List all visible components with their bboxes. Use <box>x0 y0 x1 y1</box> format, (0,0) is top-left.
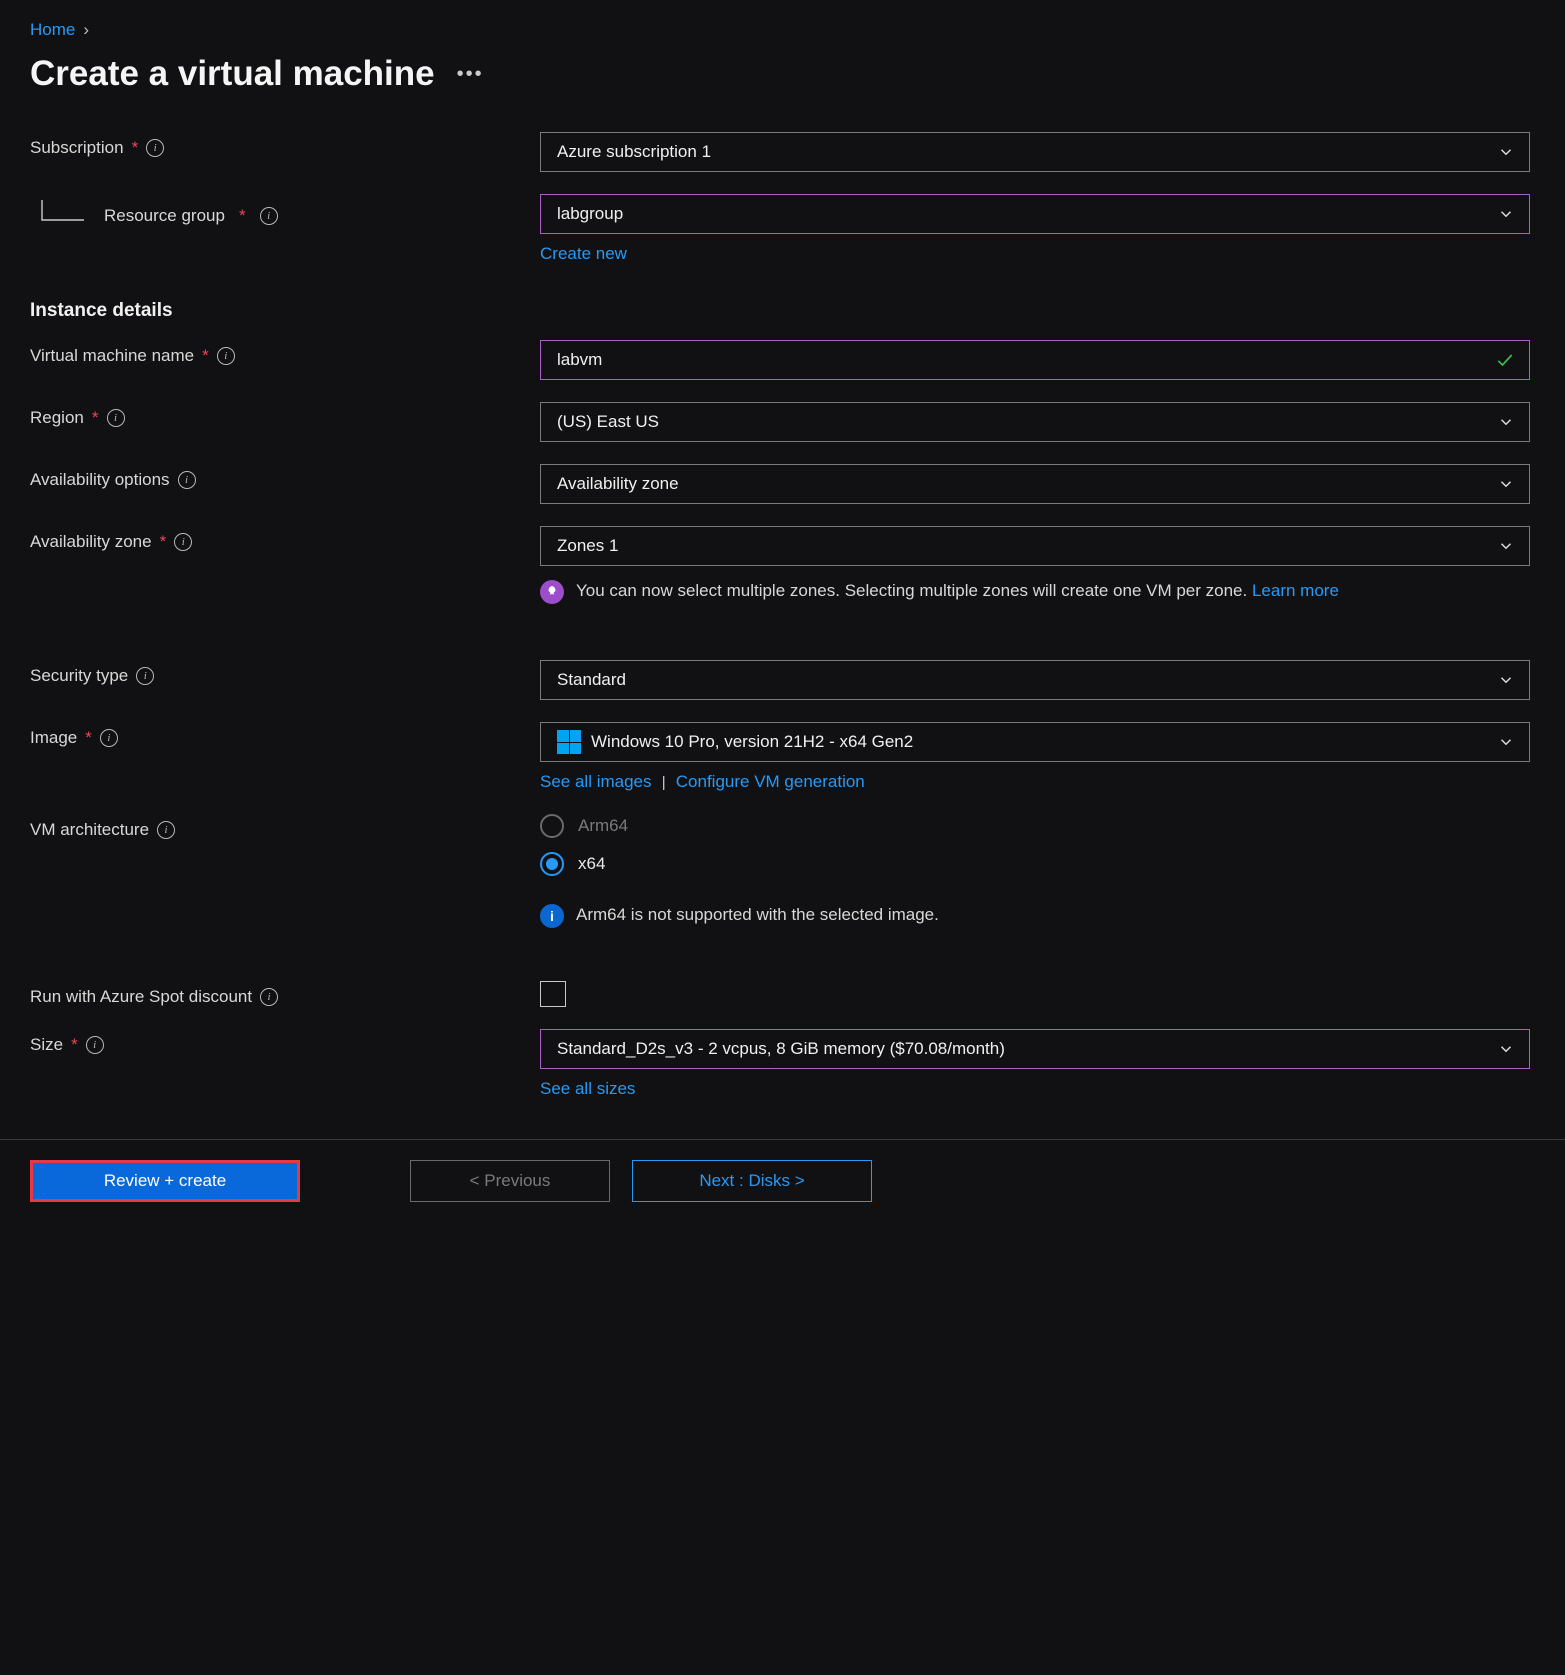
availability-zone-label: Availability zone <box>30 532 152 552</box>
create-new-resource-group-link[interactable]: Create new <box>540 244 627 263</box>
see-all-sizes-link[interactable]: See all sizes <box>540 1079 635 1098</box>
region-value: (US) East US <box>557 412 659 432</box>
required-asterisk: * <box>85 728 92 748</box>
required-asterisk: * <box>239 206 246 226</box>
page-title: Create a virtual machine <box>30 54 435 94</box>
breadcrumb: Home › <box>30 20 1535 40</box>
review-create-button[interactable]: Review + create <box>30 1160 300 1202</box>
security-type-value: Standard <box>557 670 626 690</box>
vm-architecture-label: VM architecture <box>30 820 149 840</box>
resource-group-label: Resource group <box>104 206 225 226</box>
required-asterisk: * <box>71 1035 78 1055</box>
image-label: Image <box>30 728 77 748</box>
info-icon[interactable]: i <box>107 409 125 427</box>
vm-name-label: Virtual machine name <box>30 346 194 366</box>
info-icon[interactable]: i <box>136 667 154 685</box>
availability-zone-value: Zones 1 <box>557 536 618 556</box>
required-asterisk: * <box>160 532 167 552</box>
required-asterisk: * <box>92 408 99 428</box>
info-icon[interactable]: i <box>157 821 175 839</box>
tree-connector-icon <box>30 200 90 232</box>
size-select[interactable]: Standard_D2s_v3 - 2 vcpus, 8 GiB memory … <box>540 1029 1530 1069</box>
breadcrumb-home-link[interactable]: Home <box>30 20 75 40</box>
info-icon[interactable]: i <box>260 988 278 1006</box>
see-all-images-link[interactable]: See all images <box>540 772 652 791</box>
required-asterisk: * <box>132 138 139 158</box>
size-value: Standard_D2s_v3 - 2 vcpus, 8 GiB memory … <box>557 1039 1005 1059</box>
info-icon[interactable]: i <box>86 1036 104 1054</box>
check-icon <box>1495 350 1515 370</box>
chevron-right-icon: › <box>83 20 89 40</box>
availability-options-label: Availability options <box>30 470 170 490</box>
learn-more-link[interactable]: Learn more <box>1252 581 1339 600</box>
resource-group-select[interactable]: labgroup <box>540 194 1530 234</box>
separator: | <box>662 774 666 791</box>
radio-icon <box>540 852 564 876</box>
chevron-down-icon <box>1497 733 1515 751</box>
spot-discount-checkbox[interactable] <box>540 981 566 1007</box>
chevron-down-icon <box>1497 671 1515 689</box>
resource-group-value: labgroup <box>557 204 623 224</box>
info-icon[interactable]: i <box>217 347 235 365</box>
footer-bar: Review + create < Previous Next : Disks … <box>0 1139 1565 1230</box>
subscription-select[interactable]: Azure subscription 1 <box>540 132 1530 172</box>
chevron-down-icon <box>1497 475 1515 493</box>
x64-radio-label: x64 <box>578 854 605 874</box>
availability-options-value: Availability zone <box>557 474 679 494</box>
vm-name-value: labvm <box>557 350 602 370</box>
arm64-radio-label: Arm64 <box>578 816 628 836</box>
info-icon[interactable]: i <box>260 207 278 225</box>
size-label: Size <box>30 1035 63 1055</box>
chevron-down-icon <box>1497 537 1515 555</box>
instance-details-heading: Instance details <box>30 300 1535 322</box>
required-asterisk: * <box>202 346 209 366</box>
vm-name-input[interactable]: labvm <box>540 340 1530 380</box>
info-icon[interactable]: i <box>146 139 164 157</box>
more-actions-button[interactable]: ••• <box>457 63 484 86</box>
region-select[interactable]: (US) East US <box>540 402 1530 442</box>
vm-architecture-radio-group: Arm64 x64 <box>540 814 1530 876</box>
chevron-down-icon <box>1497 1040 1515 1058</box>
image-select[interactable]: Windows 10 Pro, version 21H2 - x64 Gen2 <box>540 722 1530 762</box>
x64-radio[interactable]: x64 <box>540 852 1530 876</box>
subscription-value: Azure subscription 1 <box>557 142 711 162</box>
vm-architecture-note: Arm64 is not supported with the selected… <box>576 902 939 928</box>
chevron-down-icon <box>1497 143 1515 161</box>
availability-zone-note: You can now select multiple zones. Selec… <box>576 578 1339 604</box>
info-icon[interactable]: i <box>174 533 192 551</box>
availability-zone-select[interactable]: Zones 1 <box>540 526 1530 566</box>
rocket-icon <box>540 580 564 604</box>
radio-icon <box>540 814 564 838</box>
security-type-label: Security type <box>30 666 128 686</box>
configure-vm-generation-link[interactable]: Configure VM generation <box>676 772 865 791</box>
next-disks-button[interactable]: Next : Disks > <box>632 1160 872 1202</box>
info-icon[interactable]: i <box>100 729 118 747</box>
spot-discount-label: Run with Azure Spot discount <box>30 987 252 1007</box>
info-icon[interactable]: i <box>178 471 196 489</box>
region-label: Region <box>30 408 84 428</box>
arm64-radio: Arm64 <box>540 814 1530 838</box>
chevron-down-icon <box>1497 413 1515 431</box>
image-value: Windows 10 Pro, version 21H2 - x64 Gen2 <box>591 732 913 752</box>
chevron-down-icon <box>1497 205 1515 223</box>
availability-options-select[interactable]: Availability zone <box>540 464 1530 504</box>
previous-button[interactable]: < Previous <box>410 1160 610 1202</box>
subscription-label: Subscription <box>30 138 124 158</box>
security-type-select[interactable]: Standard <box>540 660 1530 700</box>
info-badge-icon: i <box>540 904 564 928</box>
windows-icon <box>557 730 581 754</box>
